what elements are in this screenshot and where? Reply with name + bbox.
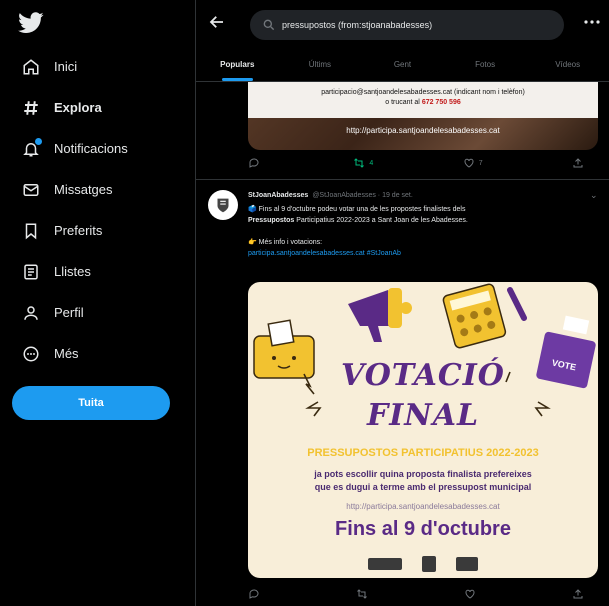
search-box[interactable] [250,10,564,40]
nav-label: Llistes [54,264,91,279]
retweet-button[interactable] [356,588,372,600]
share-button[interactable] [572,588,588,600]
bold-word: Pressupostos [248,217,295,224]
sponsor-logo [368,558,402,570]
mail-icon [20,179,42,201]
bell-icon [20,137,42,160]
reply-icon [249,158,259,168]
sponsor-logos [368,556,478,572]
retweet-count: 4 [369,159,374,167]
tab-latest[interactable]: Últims [279,48,362,81]
nav-label: Perfil [54,305,84,320]
share-button[interactable] [572,157,588,169]
nav-label: Inici [54,59,78,74]
nav-label: Més [54,346,79,361]
reply-button[interactable] [248,588,264,600]
contact-line: participacio@santjoandelesabadesses.cat … [321,89,525,96]
tweet-divider [196,179,609,180]
tweet-menu-icon[interactable]: ⌄ [590,190,598,201]
like-button[interactable]: 7 [463,157,483,169]
poster-description: ja pots escollir quina proposta finalist… [278,468,568,494]
tab-photos[interactable]: Fotos [444,48,527,81]
hashtag-icon [20,97,42,119]
megaphone-icon [348,288,412,342]
heart-icon [464,158,474,168]
nav-item-lists[interactable]: Llistes [0,251,196,292]
search-tabs: Populars Últims Gent Fotos Vídeos [196,48,609,82]
like-count: 7 [478,159,483,167]
nav-label: Notificacions [54,141,128,156]
tweet-actions [248,588,588,600]
calculator-icon [442,283,507,349]
main-nav: Inici Explora Notificacions Missatges Pr… [0,46,196,374]
nav-item-messages[interactable]: Missatges [0,169,196,210]
phone-prefix: o trucant al [385,99,422,106]
nav-item-bookmarks[interactable]: Preferits [0,210,196,251]
tweet-line: 🗳️ Fins al 9 d'octubre podeu votar una d… [248,206,466,213]
phone-number: 672 750 596 [421,99,461,106]
contact-card: participacio@santjoandelesabadesses.cat … [248,82,598,118]
tweet-text: 🗳️ Fins al 9 d'octubre podeu votar una d… [248,204,596,259]
bookmark-icon [20,220,42,242]
twitter-logo-icon[interactable] [18,12,44,34]
author-name[interactable]: StJoanAbadesses [248,192,308,199]
nav-label: Preferits [54,223,103,238]
previous-tweet-actions: 4 7 [248,157,588,169]
tweet-link[interactable]: participa.santjoandelesabadesses.cat #St… [248,248,596,259]
tweet-line: Pressupostos Participatius 2022-2023 a S… [248,215,596,226]
poster-desc-line: que es dugui a terme amb el pressupost m… [314,482,532,492]
contact-phone-line: o trucant al 672 750 596 [248,98,598,108]
poster-title-line2: FINAL [366,398,480,433]
person-icon [20,302,42,324]
heart-icon [465,589,475,599]
share-icon [573,589,583,599]
like-button[interactable] [464,588,480,600]
tweet-line: 👉 Més info i votacions: [248,239,323,246]
search-icon [263,19,275,31]
poster-url: http://participa.santjoandelesabadesses.… [346,502,500,511]
previous-tweet-media[interactable]: participacio@santjoandelesabadesses.cat … [248,82,598,150]
nav-item-home[interactable]: Inici [0,46,196,87]
author-handle[interactable]: @StJoanAbadesses · 19 de set. [312,192,413,199]
nav-item-notifications[interactable]: Notificacions [0,128,196,169]
search-input[interactable] [282,20,542,30]
nav-label: Missatges [54,182,113,197]
sidebar: Inici Explora Notificacions Missatges Pr… [0,0,196,606]
home-icon [20,56,42,78]
poster-subtitle: PRESSUPOSTOS PARTICIPATIUS 2022-2023 [307,447,539,459]
tab-people[interactable]: Gent [361,48,444,81]
retweet-button[interactable]: 4 [353,157,373,169]
tweet-button[interactable]: Tuita [12,386,170,420]
retweet-icon [354,158,365,168]
more-circle-icon [20,343,42,365]
sponsor-logo [456,557,478,571]
avatar[interactable] [208,190,238,220]
town-crest-icon [217,198,229,213]
search-header [196,0,609,48]
nav-label: Explora [54,100,102,115]
tab-top[interactable]: Populars [196,48,279,81]
notification-dot [35,137,42,145]
reply-icon [249,589,259,599]
pencil-icon [507,287,527,321]
reply-button[interactable] [248,157,264,169]
share-icon [573,158,583,168]
main-column: Populars Últims Gent Fotos Vídeos partic… [196,0,609,606]
nav-item-profile[interactable]: Perfil [0,292,196,333]
media-url-text: http://participa.santjoandelesabadesses.… [346,126,500,135]
sponsor-logo [422,556,436,572]
poster-desc-line: ja pots escollir quina proposta finalist… [314,469,532,479]
more-options-icon[interactable] [584,17,600,27]
back-arrow-icon[interactable] [208,13,226,31]
tab-videos[interactable]: Vídeos [526,48,609,81]
tweet-line-rest: Participatius 2022-2023 a Sant Joan de l… [294,217,468,224]
nav-item-more[interactable]: Més [0,333,196,374]
poster-deadline: Fins al 9 d'octubre [335,518,511,540]
tweet-header: StJoanAbadesses @StJoanAbadesses · 19 de… [248,192,413,199]
retweet-icon [357,589,367,599]
nav-item-explore[interactable]: Explora [0,87,196,128]
list-icon [20,261,42,283]
tweet-image[interactable]: VOTACIÓ FINAL PRESSUPOSTOS PARTICIPATIUS… [248,282,598,578]
